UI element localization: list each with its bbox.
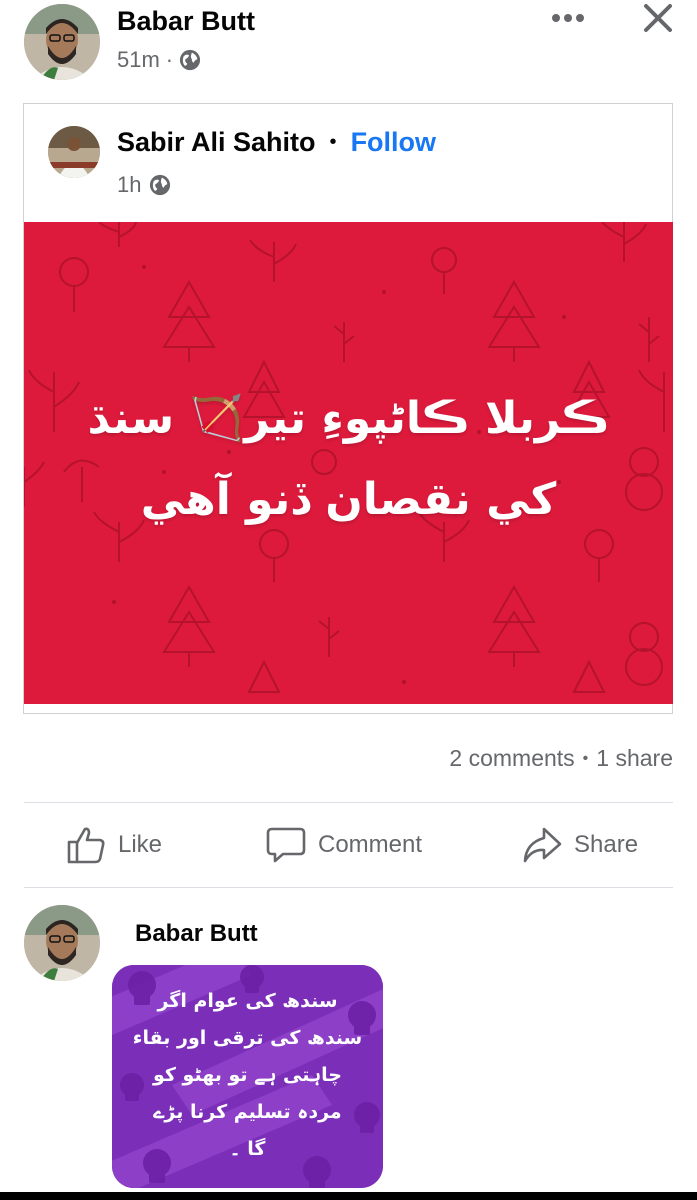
bottom-bar-edge bbox=[0, 1192, 697, 1200]
share-label: Share bbox=[574, 831, 639, 858]
share-icon bbox=[523, 827, 562, 863]
post-time[interactable]: 51m bbox=[117, 47, 160, 73]
banner-line-1: ڪربلا ڪاڻپوءِ تير🏹 سنڌ bbox=[87, 393, 610, 444]
shared-header-row: Sabir Ali Sahito • Follow bbox=[117, 127, 436, 158]
more-options-button[interactable] bbox=[548, 4, 588, 32]
comment-count[interactable]: 2 comments bbox=[449, 745, 574, 772]
globe-icon bbox=[180, 49, 201, 71]
post-author-avatar[interactable] bbox=[24, 4, 100, 80]
actions-bottom-divider bbox=[24, 887, 673, 888]
commenter-avatar[interactable] bbox=[24, 905, 100, 981]
post-meta: 51m · bbox=[117, 47, 201, 73]
share-button[interactable]: Share bbox=[522, 826, 638, 864]
post-image[interactable]: ڪربلا ڪاڻپوءِ تير🏹 سنڌ کي نقصان ڏنو آهي bbox=[24, 222, 673, 704]
close-icon bbox=[644, 4, 672, 32]
shared-author-name[interactable]: Sabir Ali Sahito bbox=[117, 127, 316, 158]
post-stats: 2 comments • 1 share bbox=[449, 745, 673, 772]
commenter-name[interactable]: Babar Butt bbox=[135, 920, 258, 948]
more-horizontal-icon bbox=[552, 14, 584, 22]
shared-time[interactable]: 1h bbox=[117, 172, 141, 198]
header-dot: • bbox=[329, 131, 337, 153]
like-label: Like bbox=[118, 831, 163, 858]
meta-separator: · bbox=[165, 47, 174, 72]
comment-text: سندھ کی عوام اگر سندھ کی ترقی اور بقاء چ… bbox=[132, 990, 363, 1160]
comment-image[interactable]: سندھ کی عوام اگر سندھ کی ترقی اور بقاء چ… bbox=[112, 965, 383, 1188]
comment-button[interactable]: Comment bbox=[266, 826, 422, 864]
close-post-button[interactable] bbox=[638, 0, 678, 36]
post-author-name[interactable]: Babar Butt bbox=[117, 6, 255, 37]
comment-icon bbox=[266, 827, 306, 863]
thumbs-up-icon bbox=[67, 827, 105, 864]
shared-meta: 1h bbox=[117, 172, 171, 198]
stats-separator: • bbox=[582, 749, 589, 767]
globe-icon bbox=[150, 174, 171, 196]
shared-author-avatar[interactable] bbox=[48, 126, 100, 178]
actions-top-divider bbox=[24, 802, 673, 803]
tree-pattern-background bbox=[24, 222, 665, 693]
follow-button[interactable]: Follow bbox=[351, 127, 436, 158]
share-count[interactable]: 1 share bbox=[596, 745, 673, 772]
banner-line-2: کي نقصان ڏنو آهي bbox=[140, 474, 557, 525]
like-button[interactable]: Like bbox=[66, 826, 162, 864]
comment-label: Comment bbox=[318, 831, 423, 858]
